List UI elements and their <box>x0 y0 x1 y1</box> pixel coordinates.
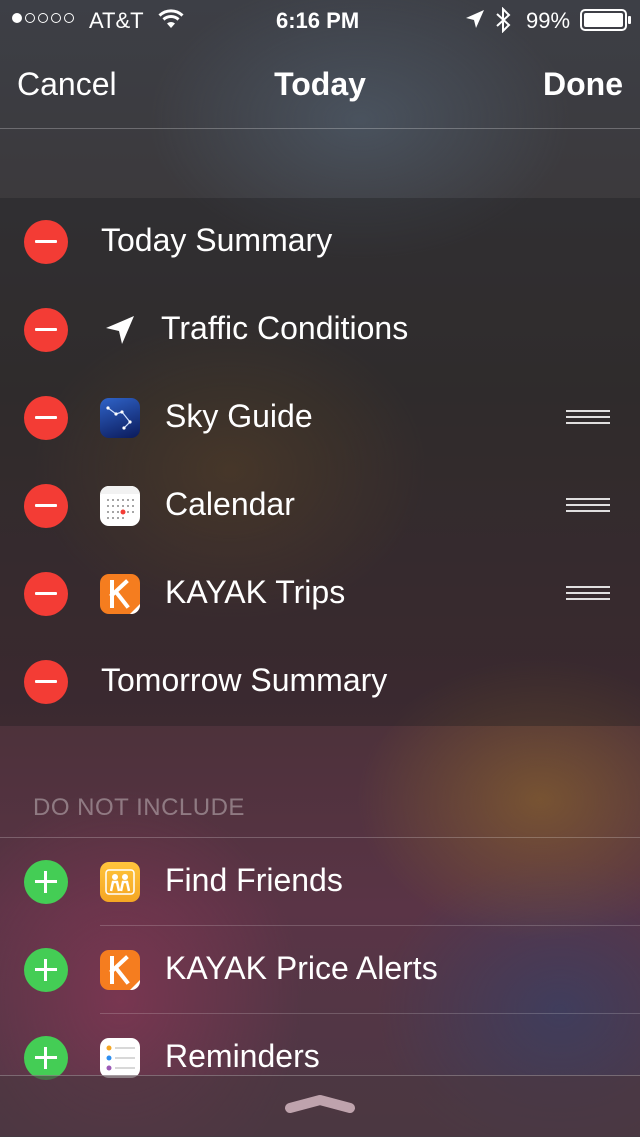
sky-guide-app-icon <box>100 398 140 438</box>
cancel-button[interactable]: Cancel <box>17 66 117 103</box>
widget-label: KAYAK Price Alerts <box>165 950 438 986</box>
included-widgets-list: Today Summary Traffic Conditions Sky Gui… <box>0 198 640 726</box>
remove-button[interactable] <box>24 308 68 352</box>
status-bar: AT&T 6:16 PM 99% <box>0 0 640 40</box>
kayak-app-icon <box>100 950 140 990</box>
list-item: Tomorrow Summary <box>0 638 640 726</box>
reorder-handle-icon[interactable] <box>566 498 610 514</box>
add-button[interactable] <box>24 860 68 904</box>
navigation-bar: Cancel Today Done <box>0 40 640 129</box>
location-arrow-icon <box>465 9 485 35</box>
widget-label: KAYAK Trips <box>165 574 346 610</box>
remove-button[interactable] <box>24 396 68 440</box>
remove-button[interactable] <box>24 220 68 264</box>
reorder-handle-icon[interactable] <box>566 410 610 426</box>
widget-label: Sky Guide <box>165 398 313 434</box>
widget-label: Reminders <box>165 1038 320 1074</box>
list-item: KAYAK Trips <box>0 550 640 638</box>
list-item: KAYAK Price Alerts <box>0 926 640 1014</box>
location-arrow-icon <box>104 314 136 351</box>
calendar-app-icon <box>100 486 140 526</box>
done-button[interactable]: Done <box>543 66 623 103</box>
chevron-up-icon[interactable] <box>284 1093 356 1115</box>
carrier-label: AT&T <box>89 8 144 33</box>
list-item: Calendar <box>0 462 640 550</box>
list-item: Traffic Conditions <box>0 286 640 374</box>
bottom-bar <box>0 1075 640 1137</box>
remove-button[interactable] <box>24 572 68 616</box>
widget-label: Traffic Conditions <box>161 310 409 346</box>
list-item: Find Friends <box>0 838 640 926</box>
find-friends-app-icon <box>100 862 140 902</box>
bluetooth-icon <box>494 6 512 39</box>
widget-label: Find Friends <box>165 862 343 898</box>
remove-button[interactable] <box>24 484 68 528</box>
wifi-icon <box>157 8 185 36</box>
reminders-app-icon <box>100 1038 140 1078</box>
section-header: DO NOT INCLUDE <box>33 794 245 821</box>
excluded-widgets-list: Find Friends KAYAK Price Alerts Reminder… <box>0 837 640 1102</box>
list-item: Today Summary <box>0 198 640 286</box>
battery-icon <box>580 9 632 37</box>
signal-dots-icon <box>12 13 74 23</box>
kayak-app-icon <box>100 574 140 614</box>
widget-label: Today Summary <box>101 222 333 258</box>
battery-percent: 99% <box>526 8 571 33</box>
remove-button[interactable] <box>24 660 68 704</box>
add-button[interactable] <box>24 948 68 992</box>
list-item: Sky Guide <box>0 374 640 462</box>
widget-label: Calendar <box>165 486 295 522</box>
add-button[interactable] <box>24 1036 68 1080</box>
time-label: 6:16 PM <box>276 8 360 33</box>
reorder-handle-icon[interactable] <box>566 586 610 602</box>
widget-label: Tomorrow Summary <box>101 662 388 698</box>
